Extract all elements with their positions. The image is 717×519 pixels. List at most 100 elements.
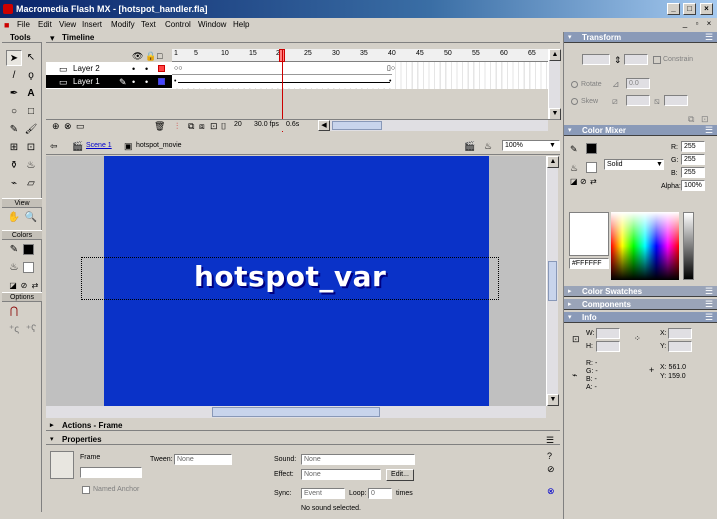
expand-arrow-icon[interactable]: ▸ — [568, 287, 572, 297]
layer-lock-dot[interactable]: • — [145, 77, 148, 87]
collapse-arrow-icon[interactable]: ▾ — [568, 33, 572, 43]
chevron-down-icon[interactable]: ▼ — [656, 160, 663, 170]
chevron-down-icon[interactable]: ▼ — [549, 141, 556, 151]
add-layer-icon[interactable]: ⊕ — [52, 121, 60, 131]
menu-modify[interactable]: Modify — [111, 19, 135, 30]
hex-field[interactable]: #FFFFFF — [569, 258, 609, 269]
y-field[interactable] — [668, 341, 692, 352]
info-header[interactable]: Info — [564, 312, 717, 323]
paint-bucket-tool-icon[interactable]: ♨ — [23, 158, 39, 174]
frame-grid[interactable]: ○○ ▯○ • • — [172, 62, 548, 89]
stroke-color-icon[interactable]: ✎ — [570, 144, 578, 154]
layer-row[interactable]: ▭ Layer 2 • • — [46, 62, 172, 75]
collapse-arrow-icon[interactable]: ▾ — [568, 313, 572, 323]
components-header[interactable]: Components — [564, 299, 717, 310]
timeline-vscroll[interactable]: ▲ ▼ — [548, 49, 561, 120]
width-scale-field[interactable] — [582, 54, 610, 65]
keyframe-empty[interactable]: ○○ — [174, 64, 182, 74]
menu-control[interactable]: Control — [165, 19, 191, 30]
rotate-field[interactable]: 0.0 — [626, 78, 650, 89]
keyframe-filled[interactable]: • — [389, 77, 391, 87]
text-tool-icon[interactable]: A — [23, 86, 39, 102]
oval-tool-icon[interactable]: ○ — [6, 104, 22, 120]
onion-outline-icon[interactable]: ⧈ — [199, 121, 205, 131]
subselect-tool-icon[interactable]: ↖ — [23, 50, 39, 66]
fill-transform-tool-icon[interactable]: ⊡ — [23, 140, 39, 156]
stage-vscroll[interactable]: ▲ ▼ — [546, 156, 559, 406]
close-panel-icon[interactable]: ⊗ — [547, 486, 555, 496]
brush-tool-icon[interactable]: 🖌 — [23, 122, 39, 138]
minimize-button[interactable]: _ — [667, 3, 680, 15]
h-field[interactable] — [596, 341, 620, 352]
swap-colors-icon[interactable]: ⇄ — [590, 177, 597, 187]
smooth-icon[interactable]: ⁺ς — [6, 322, 22, 338]
rectangle-tool-icon[interactable]: □ — [23, 104, 39, 120]
scroll-left-arrow-icon[interactable]: ◀ — [318, 120, 330, 131]
brightness-slider[interactable] — [683, 212, 694, 280]
constrain-checkbox[interactable] — [653, 56, 661, 64]
collapse-arrow-icon[interactable]: ▾ — [568, 126, 572, 136]
zoom-tool-icon[interactable]: 🔍 — [23, 210, 39, 226]
reset-transform-icon[interactable]: ⊡ — [701, 114, 709, 124]
accessibility-icon[interactable]: ⊘ — [547, 464, 555, 474]
default-colors-icon[interactable]: ◪ — [570, 177, 578, 187]
blue-field[interactable]: 255 — [681, 167, 705, 178]
flash-app-icon[interactable] — [3, 4, 13, 14]
fill-color-icon[interactable]: ♨ — [6, 260, 22, 276]
effect-select[interactable]: None — [301, 469, 381, 480]
symbol-breadcrumb[interactable]: hotspot_movie — [136, 142, 182, 149]
back-arrow-icon[interactable]: ⇦ — [50, 141, 58, 151]
copy-transform-icon[interactable]: ⧉ — [688, 114, 694, 124]
keyframe-empty[interactable]: ▯○ — [387, 64, 395, 74]
actions-panel-header[interactable]: ▸ Actions - Frame — [46, 420, 560, 431]
properties-header[interactable]: Properties — [46, 434, 560, 445]
panel-menu-icon[interactable]: ☰ — [705, 125, 713, 135]
skew-h-field[interactable] — [626, 95, 650, 106]
timeline-header[interactable]: Timeline — [46, 32, 560, 43]
doc-restore-button[interactable]: ▫ — [692, 19, 702, 29]
scroll-down-arrow-icon[interactable]: ▼ — [547, 394, 559, 406]
menu-insert[interactable]: Insert — [82, 19, 102, 30]
stage-area[interactable]: hotspot_var — [46, 156, 546, 406]
keyframe-filled[interactable]: • — [174, 77, 176, 87]
lock-icon[interactable]: 🔒 — [145, 51, 156, 61]
red-field[interactable]: 255 — [681, 141, 705, 152]
ink-bottle-tool-icon[interactable]: ⚱ — [6, 158, 22, 174]
panel-menu-icon[interactable]: ☰ — [705, 286, 713, 296]
add-guide-layer-icon[interactable]: ⊗ — [64, 121, 72, 131]
skew-v-field[interactable] — [664, 95, 688, 106]
eraser-tool-icon[interactable]: ▱ — [23, 176, 39, 192]
pen-tool-icon[interactable]: ✒ — [6, 86, 22, 102]
edit-scene-icon[interactable]: 🎬 — [464, 141, 475, 151]
transform-header[interactable]: Transform — [564, 32, 717, 43]
stage-text[interactable]: hotspot_var — [194, 260, 386, 293]
height-scale-field[interactable] — [624, 54, 648, 65]
named-anchor-checkbox[interactable] — [82, 486, 90, 494]
eyedropper-tool-icon[interactable]: ⌁ — [6, 176, 22, 192]
fill-color-swatch[interactable] — [23, 262, 34, 273]
outline-icon[interactable]: □ — [157, 51, 162, 61]
panel-menu-icon[interactable]: ☰ — [705, 32, 713, 42]
layer-outline-swatch[interactable] — [158, 78, 165, 85]
rotate-radio[interactable] — [571, 81, 578, 88]
pencil-tool-icon[interactable]: ✎ — [6, 122, 22, 138]
help-icon[interactable]: ? — [547, 451, 552, 461]
collapse-arrow-icon[interactable]: ▾ — [50, 435, 54, 445]
frame-name-field[interactable] — [80, 467, 142, 478]
layer-outline-swatch[interactable] — [158, 65, 165, 72]
color-mixer-header[interactable]: Color Mixer — [564, 125, 717, 136]
stroke-color-swatch[interactable] — [23, 244, 34, 255]
edit-symbols-icon[interactable]: ♨ — [484, 141, 492, 151]
straighten-icon[interactable]: ⁺ʕ — [23, 322, 39, 338]
layer-row-selected[interactable]: ▭ Layer 1 ✎ • • — [46, 75, 172, 88]
stroke-color-icon[interactable]: ✎ — [6, 242, 22, 258]
maximize-button[interactable]: □ — [683, 3, 696, 15]
arrow-tool-icon[interactable]: ➤ — [6, 50, 22, 66]
snap-magnet-icon[interactable]: ⋂ — [6, 304, 22, 320]
tween-select[interactable]: None — [174, 454, 232, 465]
delete-layer-icon[interactable]: 🗑 — [154, 121, 165, 131]
document-icon[interactable]: ■ — [4, 20, 9, 30]
panel-menu-icon[interactable]: ☰ — [546, 435, 554, 445]
sound-select[interactable]: None — [301, 454, 415, 465]
loop-field[interactable]: 0 — [368, 488, 392, 499]
